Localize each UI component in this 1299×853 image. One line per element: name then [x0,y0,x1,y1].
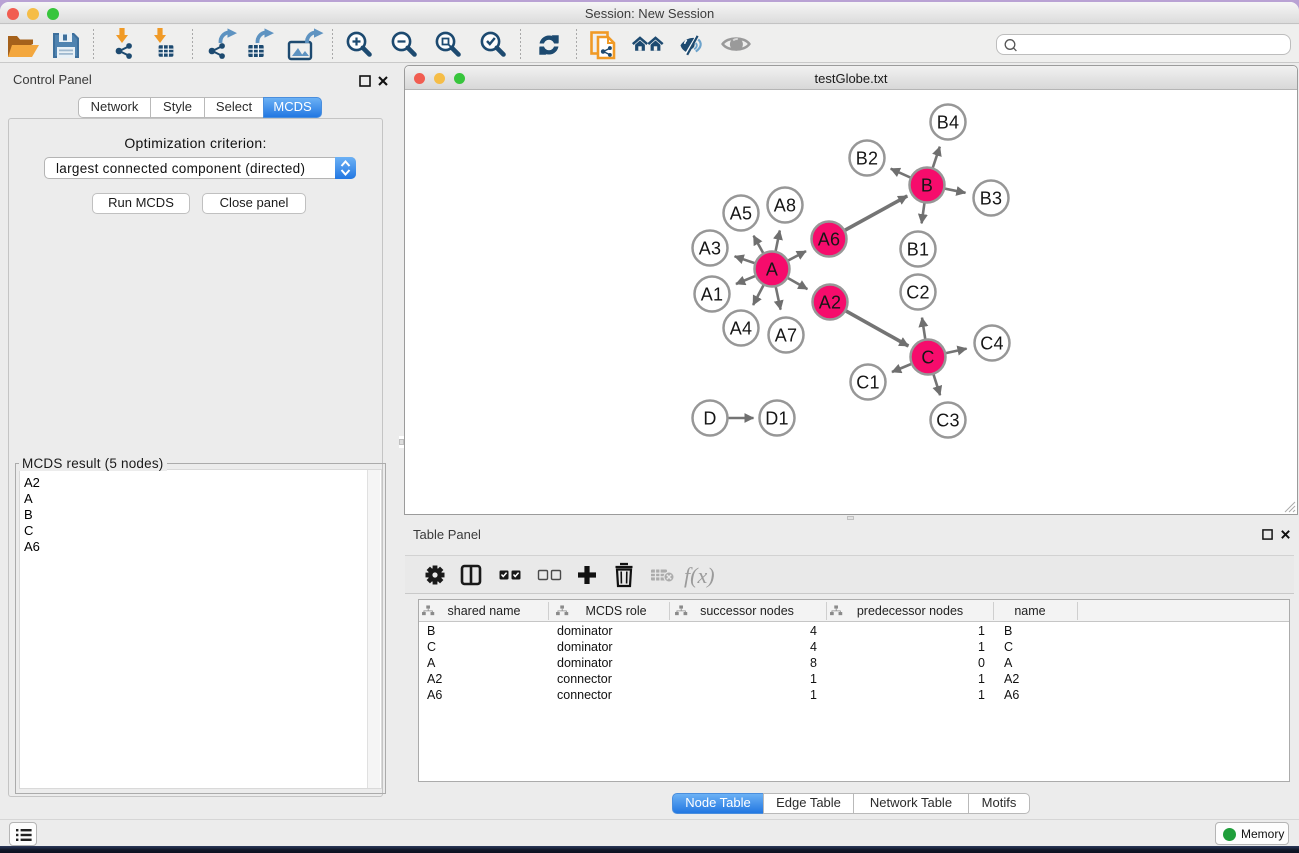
svg-text:A3: A3 [699,238,722,258]
svg-text:D: D [703,408,716,428]
svg-text:B1: B1 [907,239,930,259]
svg-text:C3: C3 [936,410,960,430]
svg-text:A7: A7 [775,325,798,345]
svg-text:A: A [766,259,778,279]
svg-text:f(x): f(x) [684,563,715,588]
svg-text:C1: C1 [856,372,880,392]
svg-text:A1: A1 [701,284,724,304]
svg-text:A6: A6 [818,229,841,249]
svg-text:C2: C2 [906,282,930,302]
svg-text:A8: A8 [774,195,797,215]
svg-text:C: C [921,347,934,367]
svg-text:B4: B4 [937,112,960,132]
svg-text:A4: A4 [730,318,753,338]
svg-text:B3: B3 [980,188,1003,208]
svg-text:A5: A5 [730,203,753,223]
svg-text:A2: A2 [819,292,842,312]
svg-text:C4: C4 [980,333,1004,353]
svg-text:D1: D1 [765,408,789,428]
svg-text:B: B [921,175,933,195]
svg-text:B2: B2 [856,148,879,168]
